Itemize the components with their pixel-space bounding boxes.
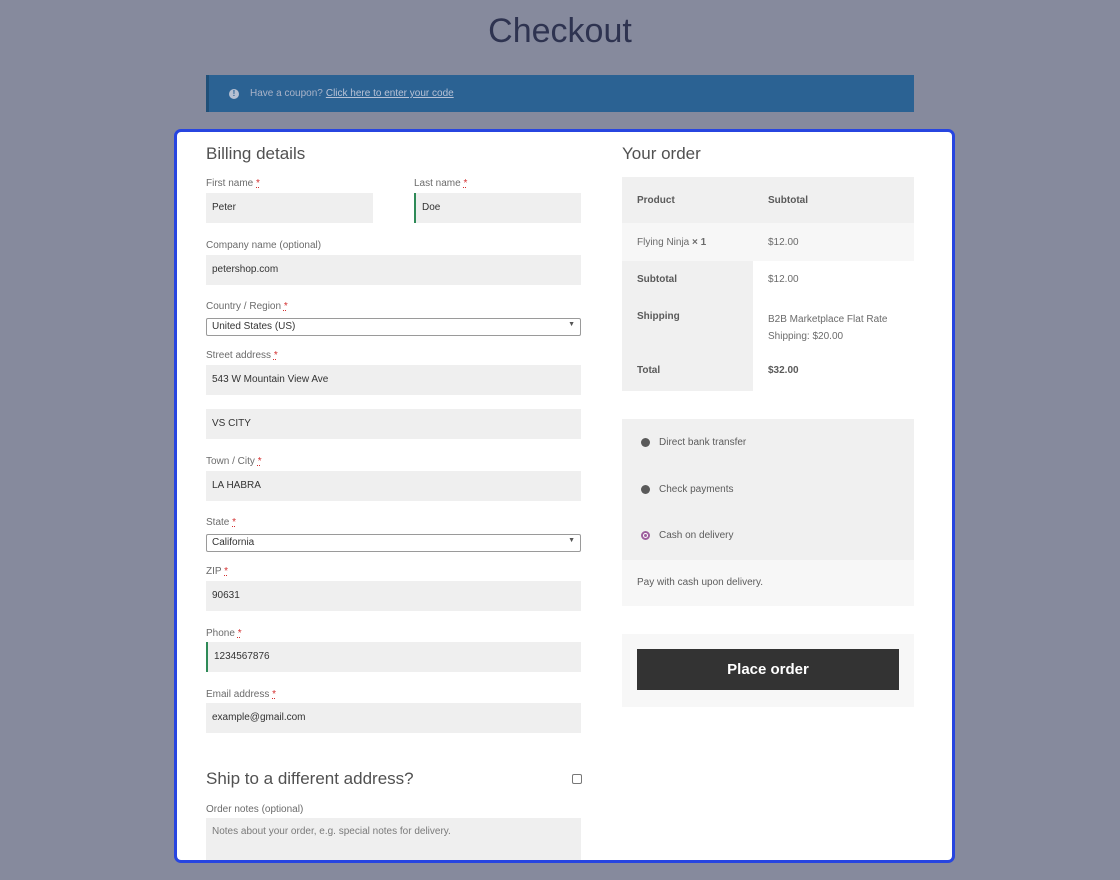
street-field-2[interactable]: VS CITY: [206, 409, 581, 439]
table-row: Shipping B2B Marketplace Flat Rate Shipp…: [622, 299, 914, 353]
phone-field[interactable]: 1234567876: [206, 642, 581, 672]
radio-icon[interactable]: [641, 438, 650, 447]
ship-different-checkbox[interactable]: [572, 774, 582, 784]
item-price: $12.00: [768, 237, 799, 248]
order-notes-label: Order notes (optional): [206, 804, 304, 815]
payment-option-label: Check payments: [659, 484, 734, 495]
subtotal-value: $12.00: [768, 274, 799, 285]
country-select[interactable]: United States (US) ▼: [206, 318, 581, 336]
payment-option-check[interactable]: Check payments: [641, 484, 733, 495]
state-label: State *: [206, 517, 237, 528]
street-label: Street address *: [206, 350, 278, 361]
shipping-label: Shipping: [622, 299, 753, 353]
city-field[interactable]: LA HABRA: [206, 471, 581, 501]
table-row: Subtotal $12.00: [622, 261, 914, 299]
email-label: Email address *: [206, 689, 277, 700]
state-select[interactable]: California ▼: [206, 534, 581, 552]
first-name-field[interactable]: Peter: [206, 193, 373, 223]
total-value: $32.00: [768, 365, 799, 376]
first-name-label: First name *: [206, 178, 260, 189]
place-order-section: Place order: [622, 634, 914, 707]
total-label: Total: [622, 353, 753, 391]
payment-option-cod[interactable]: Cash on delivery: [641, 530, 733, 541]
payment-methods: Direct bank transfer Check payments Cash…: [622, 419, 914, 606]
col-subtotal: Subtotal: [768, 195, 808, 206]
page-title: Checkout: [488, 12, 632, 50]
payment-option-label: Direct bank transfer: [659, 437, 747, 448]
radio-selected-icon[interactable]: [641, 531, 650, 540]
company-label: Company name (optional): [206, 240, 322, 251]
ship-different-heading: Ship to a different address?: [206, 769, 414, 788]
subtotal-label: Subtotal: [622, 261, 753, 299]
chevron-down-icon: ▼: [568, 321, 575, 328]
payment-option-label: Cash on delivery: [659, 530, 734, 541]
street-field[interactable]: 543 W Mountain View Ave: [206, 365, 581, 395]
order-table: Product Subtotal Flying Ninja × 1 $12.00…: [622, 177, 914, 391]
zip-field[interactable]: 90631: [206, 581, 581, 611]
item-cell: Flying Ninja × 1: [622, 223, 753, 261]
coupon-notice: ! Have a coupon? Click here to enter you…: [206, 75, 914, 112]
shipping-value: B2B Marketplace Flat Rate Shipping: $20.…: [768, 314, 888, 342]
country-value: United States (US): [212, 321, 296, 332]
checkout-panel: Billing details First name * Peter Last …: [174, 129, 955, 863]
last-name-field[interactable]: Doe: [414, 193, 581, 223]
place-order-button[interactable]: Place order: [637, 649, 899, 690]
order-heading: Your order: [622, 144, 701, 163]
chevron-down-icon: ▼: [568, 537, 575, 544]
info-icon: !: [229, 88, 239, 99]
col-product: Product: [637, 195, 675, 206]
payment-option-bank[interactable]: Direct bank transfer: [641, 437, 746, 448]
table-row: Flying Ninja × 1 $12.00: [622, 223, 914, 261]
table-row: Total $32.00: [622, 353, 914, 391]
payment-description: Pay with cash upon delivery.: [622, 560, 914, 606]
city-label: Town / City *: [206, 456, 262, 467]
email-field[interactable]: example@gmail.com: [206, 703, 581, 733]
table-header-row: Product Subtotal: [622, 177, 914, 223]
phone-label: Phone *: [206, 628, 242, 639]
item-qty: × 1: [692, 237, 707, 248]
order-notes-textarea[interactable]: Notes about your order, e.g. special not…: [206, 818, 581, 860]
radio-icon[interactable]: [641, 485, 650, 494]
last-name-label: Last name *: [414, 178, 468, 189]
item-name: Flying Ninja: [637, 237, 690, 248]
company-field[interactable]: petershop.com: [206, 255, 581, 285]
coupon-link[interactable]: Click here to enter your code: [326, 88, 454, 99]
country-label: Country / Region *: [206, 301, 288, 312]
coupon-text: Have a coupon?: [250, 88, 323, 99]
zip-label: ZIP *: [206, 566, 229, 577]
state-value: California: [212, 537, 255, 548]
billing-heading: Billing details: [206, 144, 306, 163]
